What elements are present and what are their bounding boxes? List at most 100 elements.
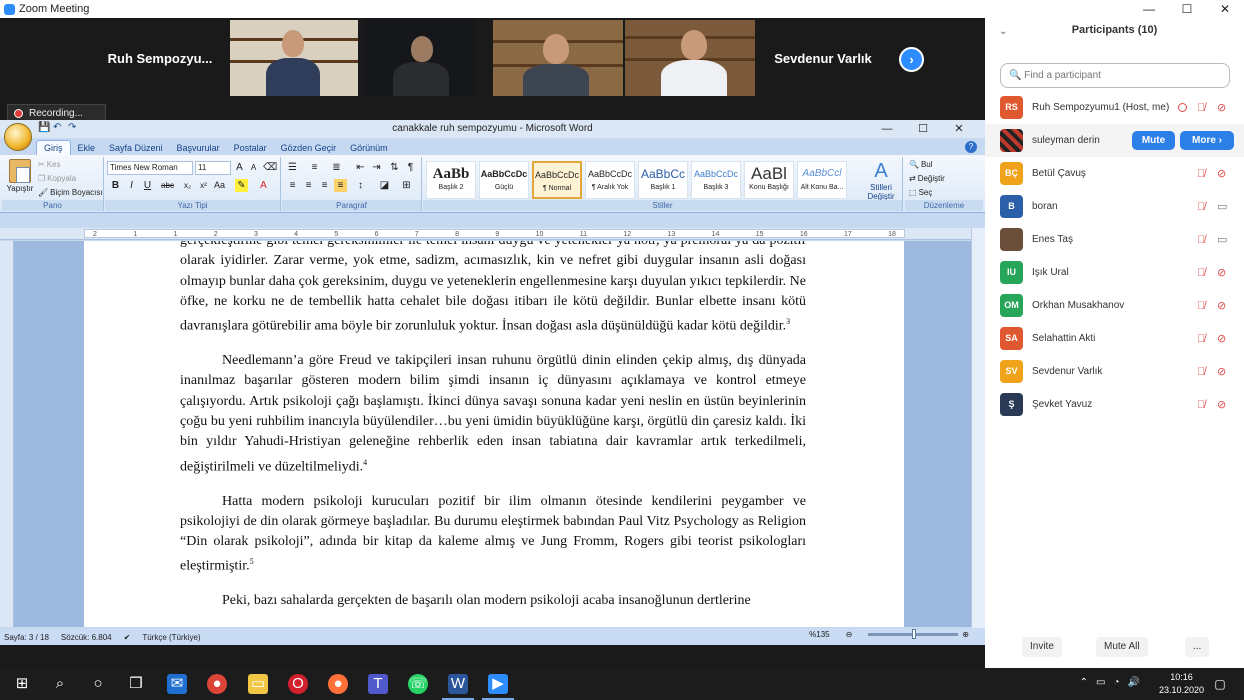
- underline-icon[interactable]: U: [141, 179, 154, 192]
- borders-icon[interactable]: ⊞: [400, 179, 413, 192]
- name-tile-host[interactable]: Ruh Sempozyu...: [95, 38, 225, 78]
- style-strong[interactable]: AaBbCcDc Güçlü: [479, 161, 529, 199]
- mic-muted-icon[interactable]: 🎙̸: [1197, 267, 1205, 279]
- font-color-icon[interactable]: A: [257, 179, 270, 192]
- vertical-ruler[interactable]: [0, 241, 14, 627]
- video-on-icon[interactable]: ▭: [1217, 233, 1227, 246]
- participant-row[interactable]: RS Ruh Sempozyumu1 (Host, me) 🎙̸ ⊘: [985, 91, 1244, 124]
- tab-gozden-gecir[interactable]: Gözden Geçir: [274, 141, 344, 155]
- change-styles-button[interactable]: A Stilleri Değiştir: [861, 159, 901, 201]
- superscript-icon[interactable]: x²: [197, 179, 210, 192]
- numbering-icon[interactable]: ≡: [308, 161, 321, 174]
- tab-giris[interactable]: Giriş: [36, 140, 71, 155]
- bold-icon[interactable]: B: [109, 179, 122, 192]
- video-off-icon[interactable]: ⊘: [1217, 365, 1226, 378]
- video-tile-4[interactable]: [625, 20, 755, 96]
- more-button[interactable]: More ›: [1180, 131, 1234, 150]
- zoom-in-icon[interactable]: ⊕: [962, 630, 969, 639]
- tray-chevron-icon[interactable]: ⌃: [1080, 677, 1088, 688]
- notification-icon[interactable]: ▢: [1210, 674, 1230, 694]
- video-tile-2[interactable]: [363, 20, 475, 96]
- italic-icon[interactable]: I: [125, 179, 138, 192]
- word-close-button[interactable]: ✕: [941, 120, 977, 138]
- copy-button[interactable]: ❐ Kopyala: [38, 174, 76, 183]
- whatsapp-icon[interactable]: ☏: [408, 674, 428, 694]
- participant-row[interactable]: IU Işık Ural 🎙̸ ⊘: [985, 256, 1244, 289]
- style-subtitle[interactable]: AaBbCcl Alt Konu Ba...: [797, 161, 847, 199]
- minimize-button[interactable]: —: [1130, 0, 1168, 18]
- firefox-icon[interactable]: ●: [328, 674, 348, 694]
- align-left-icon[interactable]: ≡: [286, 179, 299, 192]
- mic-muted-icon[interactable]: 🎙̸: [1197, 366, 1205, 378]
- video-off-icon[interactable]: ⊘: [1217, 299, 1226, 312]
- taskbar-clock[interactable]: 10:16 23.10.2020: [1159, 671, 1204, 697]
- paste-button[interactable]: Yapıştır: [6, 159, 34, 193]
- volume-icon[interactable]: 🔊: [1128, 677, 1140, 688]
- network-icon[interactable]: ◔: [1114, 677, 1120, 688]
- style-normal[interactable]: AaBbCcDc ¶ Normal: [532, 161, 582, 199]
- mic-muted-icon[interactable]: 🎙̸: [1197, 168, 1205, 180]
- help-icon[interactable]: ?: [965, 141, 977, 153]
- format-painter-button[interactable]: 🖌 Biçim Boyacısı: [38, 188, 103, 197]
- close-button[interactable]: ✕: [1206, 0, 1244, 18]
- vertical-scrollbar[interactable]: [971, 228, 985, 628]
- mic-muted-icon[interactable]: 🎙̸: [1197, 399, 1205, 411]
- zoom-slider[interactable]: [868, 629, 959, 639]
- style-heading-1[interactable]: AaBbCc Başlık 1: [638, 161, 688, 199]
- zoom-icon[interactable]: ▶: [482, 674, 514, 700]
- footnote-ref[interactable]: 5: [250, 557, 254, 566]
- office-button[interactable]: [4, 123, 32, 151]
- clear-format-icon[interactable]: ⌫: [263, 161, 277, 174]
- align-center-icon[interactable]: ≡: [302, 179, 315, 192]
- video-off-icon[interactable]: ⊘: [1217, 266, 1226, 279]
- participant-search-input[interactable]: 🔍 Find a participant: [1000, 63, 1230, 88]
- video-off-icon[interactable]: ⊘: [1217, 398, 1226, 411]
- video-tile-3[interactable]: [493, 20, 623, 96]
- font-size-combo[interactable]: 11: [195, 161, 231, 175]
- justify-icon[interactable]: ≡: [334, 179, 347, 192]
- zoom-out-icon[interactable]: ⊖: [846, 630, 853, 639]
- task-view-icon[interactable]: ❒: [126, 674, 146, 694]
- word-icon[interactable]: W: [442, 674, 474, 700]
- mic-muted-icon[interactable]: 🎙̸: [1197, 333, 1205, 345]
- search-icon[interactable]: ⌕: [50, 674, 70, 694]
- battery-icon[interactable]: ▭: [1096, 677, 1105, 688]
- multilevel-list-icon[interactable]: ≣: [330, 161, 343, 174]
- font-name-combo[interactable]: Times New Roman: [107, 161, 193, 175]
- subscript-icon[interactable]: x₂: [181, 179, 194, 192]
- page-count[interactable]: Sayfa: 3 / 18: [4, 633, 49, 642]
- style-heading-3[interactable]: AaBbCcDc Başlık 3: [691, 161, 741, 199]
- word-restore-button[interactable]: ☐: [905, 120, 941, 138]
- mic-muted-icon[interactable]: 🎙̸: [1197, 300, 1205, 312]
- participant-row[interactable]: B boran 🎙̸ ▭: [985, 190, 1244, 223]
- video-off-icon[interactable]: ⊘: [1217, 101, 1226, 114]
- language-indicator[interactable]: Türkçe (Türkiye): [142, 633, 200, 642]
- windows-start-icon[interactable]: ⊞: [12, 674, 32, 694]
- style-heading-2[interactable]: AaBb Başlık 2: [426, 161, 476, 199]
- tab-ekle[interactable]: Ekle: [71, 141, 103, 155]
- spelling-icon[interactable]: ✔: [124, 633, 131, 642]
- tab-postalar[interactable]: Postalar: [227, 141, 274, 155]
- horizontal-ruler[interactable]: 2 1 1 2 3 4 5 6 7 8 9 10 11 12 13 14 15 16 17 18: [0, 228, 985, 240]
- mic-muted-icon[interactable]: 🎙̸: [1197, 234, 1205, 246]
- word-count[interactable]: Sözcük: 6.804: [61, 633, 112, 642]
- shrink-font-icon[interactable]: A: [247, 161, 260, 174]
- zoom-level[interactable]: %135: [809, 630, 829, 639]
- mute-button[interactable]: Mute: [1132, 131, 1175, 150]
- footnote-ref[interactable]: 4: [363, 458, 367, 467]
- sort-icon[interactable]: ⇅: [388, 161, 401, 174]
- align-right-icon[interactable]: ≡: [318, 179, 331, 192]
- select-button[interactable]: ⬚ Seç: [909, 188, 932, 197]
- mute-all-button[interactable]: Mute All: [1096, 637, 1148, 657]
- style-title[interactable]: AaBl Konu Başlığı: [744, 161, 794, 199]
- video-on-icon[interactable]: ▭: [1217, 200, 1227, 213]
- system-tray[interactable]: ⌃ ▭ ◔ 🔊: [1080, 677, 1140, 688]
- participant-row[interactable]: suleyman derin Mute More ›: [985, 124, 1244, 157]
- document-page[interactable]: gerçekleştirme gibi temel gereksinimler …: [84, 241, 904, 627]
- file-explorer-icon[interactable]: ▭: [248, 674, 268, 694]
- teams-icon[interactable]: T: [368, 674, 388, 694]
- strikethrough-icon[interactable]: abc: [161, 179, 174, 192]
- participant-row[interactable]: SV Sevdenur Varlık 🎙̸ ⊘: [985, 355, 1244, 388]
- name-tile-sevdenur[interactable]: Sevdenur Varlık: [758, 38, 888, 78]
- change-case-icon[interactable]: Aa: [213, 179, 226, 192]
